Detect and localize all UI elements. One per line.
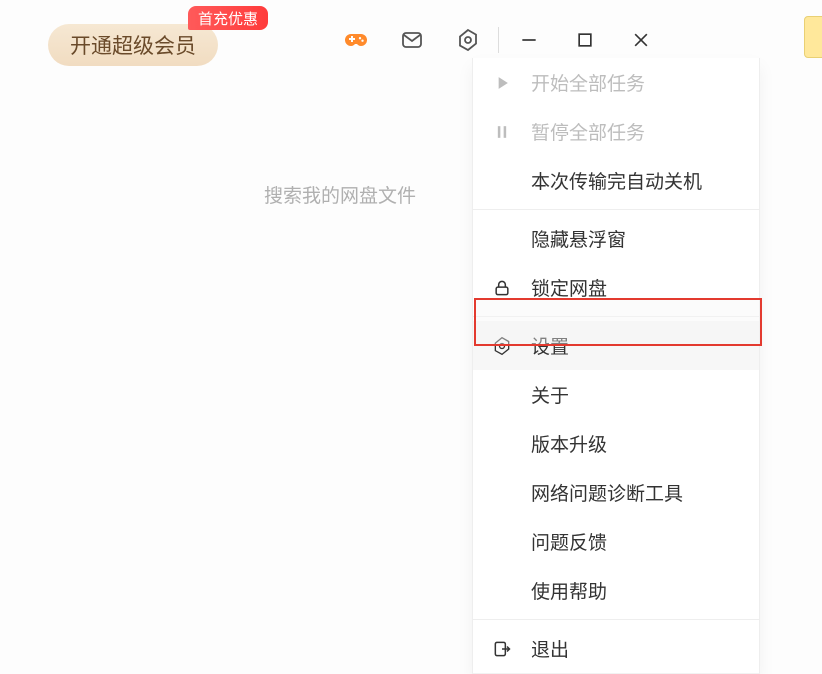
menu-separator (473, 619, 759, 620)
menu-label: 问题反馈 (531, 528, 759, 555)
vip-label: 开通超级会员 (70, 30, 196, 60)
menu-label: 本次传输完自动关机 (531, 167, 759, 194)
menu-item-upgrade[interactable]: 版本升级 (473, 419, 759, 468)
search-input[interactable] (264, 180, 464, 214)
play-icon (473, 73, 531, 93)
menu-label: 使用帮助 (531, 577, 759, 604)
menu-item-exit[interactable]: 退出 (473, 624, 759, 673)
menu-label: 锁定网盘 (531, 274, 759, 301)
settings-dropdown: 开始全部任务 暂停全部任务 本次传输完自动关机 隐藏悬浮窗 锁定网盘 设置 关于… (472, 58, 760, 674)
menu-item-hide-float[interactable]: 隐藏悬浮窗 (473, 214, 759, 263)
settings-icon[interactable] (440, 20, 496, 60)
titlebar-icons (328, 20, 669, 60)
maximize-button[interactable] (557, 20, 613, 60)
divider (498, 27, 499, 53)
menu-item-pause-all: 暂停全部任务 (473, 107, 759, 156)
menu-label: 版本升级 (531, 430, 759, 457)
menu-item-help[interactable]: 使用帮助 (473, 566, 759, 615)
menu-item-about[interactable]: 关于 (473, 370, 759, 419)
menu-label: 设置 (531, 332, 759, 359)
menu-label: 开始全部任务 (531, 69, 759, 96)
menu-item-settings[interactable]: 设置 (473, 321, 759, 370)
mail-icon[interactable] (384, 20, 440, 60)
lock-icon (473, 278, 531, 298)
menu-item-start-all: 开始全部任务 (473, 58, 759, 107)
menu-item-feedback[interactable]: 问题反馈 (473, 517, 759, 566)
gear-icon (473, 336, 531, 356)
promo-badge-text: 首充优惠 (198, 8, 258, 29)
game-icon[interactable] (328, 20, 384, 60)
menu-label: 退出 (531, 635, 759, 662)
menu-item-auto-shutdown[interactable]: 本次传输完自动关机 (473, 156, 759, 205)
menu-item-net-diagnose[interactable]: 网络问题诊断工具 (473, 468, 759, 517)
menu-label: 网络问题诊断工具 (531, 479, 759, 506)
menu-separator (473, 209, 759, 210)
menu-item-lock[interactable]: 锁定网盘 (473, 263, 759, 312)
menu-label: 隐藏悬浮窗 (531, 225, 759, 252)
pause-icon (473, 122, 531, 142)
promo-badge: 首充优惠 (188, 6, 268, 30)
exit-icon (473, 639, 531, 659)
open-vip-button[interactable]: 开通超级会员 (48, 24, 218, 66)
minimize-button[interactable] (501, 20, 557, 60)
menu-label: 关于 (531, 381, 759, 408)
menu-separator (473, 316, 759, 317)
menu-label: 暂停全部任务 (531, 118, 759, 145)
close-button[interactable] (613, 20, 669, 60)
